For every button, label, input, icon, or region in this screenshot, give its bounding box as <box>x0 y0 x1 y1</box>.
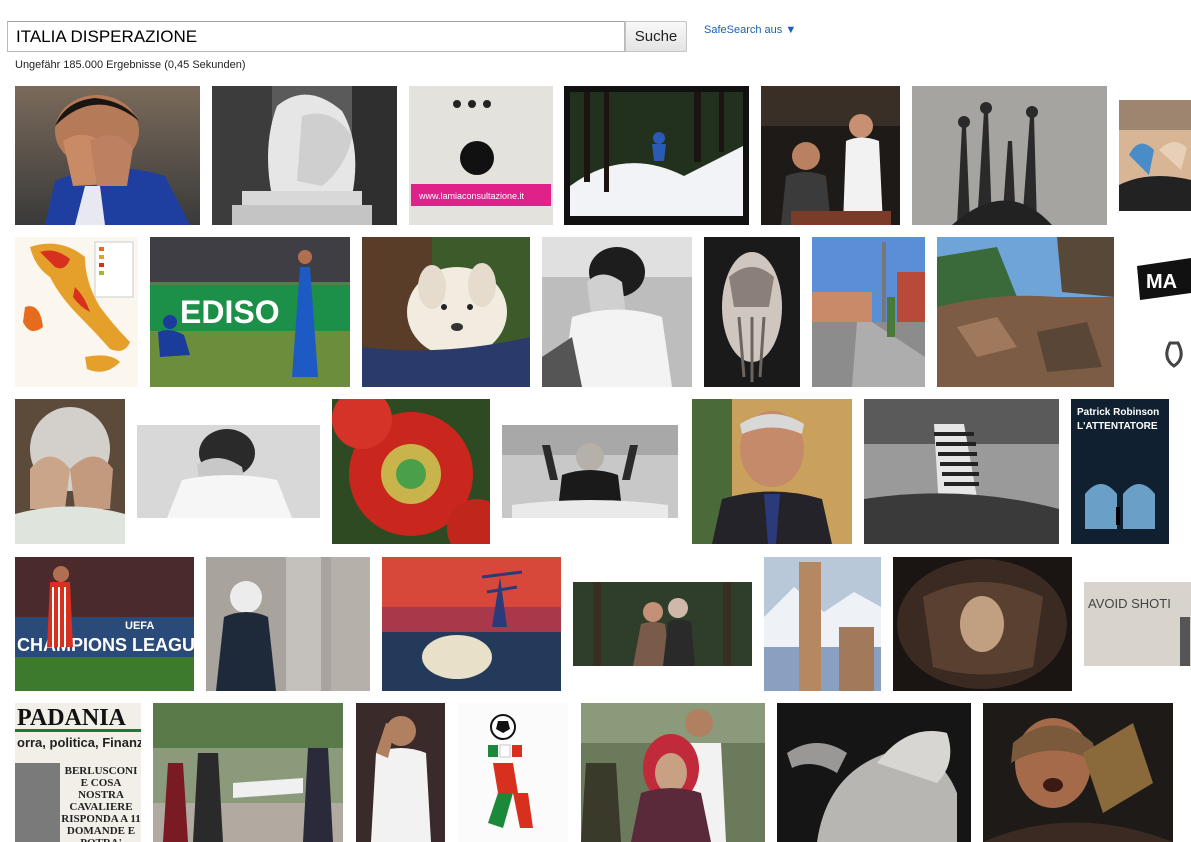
image-result-avoid-shoti-wall[interactable]: AVOID SHOTI <box>1084 582 1191 666</box>
image-result-rugby-players[interactable]: EDISO <box>150 237 350 387</box>
image-result-sculpture-bw[interactable] <box>777 703 971 842</box>
image-result-crying-footballer[interactable] <box>15 86 200 225</box>
image-result-weeping-angel-statue[interactable] <box>212 86 397 225</box>
image-result-couple-forest[interactable] <box>573 582 752 666</box>
champions-league-text: CHAMPIONS LEAGUE <box>17 635 194 655</box>
book-title: L'ATTENTATORE <box>1077 421 1158 432</box>
image-result-red-flowers[interactable] <box>332 399 490 544</box>
image-result-book-cover[interactable]: Patrick Robinson L'ATTENTATORE <box>1071 399 1169 544</box>
image-result-skier-snow[interactable] <box>564 86 749 225</box>
image-result-puppy[interactable] <box>362 237 530 387</box>
image-result-champions-league-player[interactable]: UEFA CHAMPIONS LEAGUE <box>15 557 194 691</box>
newspaper-headline: orra, politica, Finanz <box>17 735 141 750</box>
search-button[interactable]: Suche <box>625 21 687 52</box>
image-result-crowd-woman-hijab[interactable] <box>581 703 765 842</box>
image-result-surreal-painting[interactable] <box>382 557 561 691</box>
image-result-old-woman-hands-face[interactable] <box>15 399 125 544</box>
image-result-church-tower[interactable] <box>764 557 881 691</box>
image-result-hands-raised-sculpture[interactable] <box>912 86 1107 225</box>
wall-graffiti-text: AVOID SHOTI <box>1088 596 1171 611</box>
image-result-ma-sign[interactable]: MA <box>1132 248 1191 377</box>
sticker-url-text: www.lamiaconsultazione.it <box>418 191 525 201</box>
book-author: Patrick Robinson <box>1077 407 1159 418</box>
image-result-street-arrest[interactable] <box>153 703 343 842</box>
image-result-hands-over-face-drawing[interactable] <box>704 237 800 387</box>
ma-sign-text: MA <box>1146 271 1177 293</box>
image-result-man-in-suit[interactable] <box>692 399 852 544</box>
image-result-beach-people[interactable] <box>1119 100 1191 211</box>
image-result-earthquake-rubble[interactable] <box>937 237 1114 387</box>
newspaper-masthead: PADANIA <box>17 705 127 731</box>
image-result-padania-newspaper[interactable]: PADANIA orra, politica, Finanz BERLUSCON… <box>15 703 141 842</box>
result-stats: Ungefähr 185.000 Ergebnisse (0,45 Sekund… <box>15 59 246 71</box>
image-result-crying-woman[interactable] <box>983 703 1173 842</box>
search-bar: Suche <box>7 21 687 52</box>
image-result-man-at-podium[interactable] <box>502 425 678 518</box>
image-result-italy-map[interactable] <box>15 237 138 387</box>
safesearch-toggle[interactable]: SafeSearch aus ▼ <box>704 24 796 36</box>
image-result-italia90-mascot[interactable] <box>458 703 568 842</box>
image-result-girl-hands-face[interactable] <box>137 425 320 518</box>
sponsor-text: EDISO <box>180 294 280 330</box>
image-result-woman-covering-face[interactable] <box>542 237 692 387</box>
image-result-face-sticker[interactable]: www.lamiaconsultazione.it <box>409 86 553 225</box>
image-result-woman-headscarf-wall[interactable] <box>206 557 370 691</box>
newspaper-subhead: BERLUSCONI E COSA NOSTRA CAVALIERE RISPO… <box>61 765 141 842</box>
search-input[interactable] <box>7 21 625 52</box>
image-result-restaurant-scene[interactable] <box>761 86 900 225</box>
image-result-fisheye-building[interactable] <box>893 557 1072 691</box>
image-result-city-street[interactable] <box>812 237 925 387</box>
image-result-player-hands-face[interactable] <box>356 703 445 842</box>
image-result-striped-shirt-man[interactable] <box>864 399 1059 544</box>
uefa-text: UEFA <box>125 620 154 632</box>
